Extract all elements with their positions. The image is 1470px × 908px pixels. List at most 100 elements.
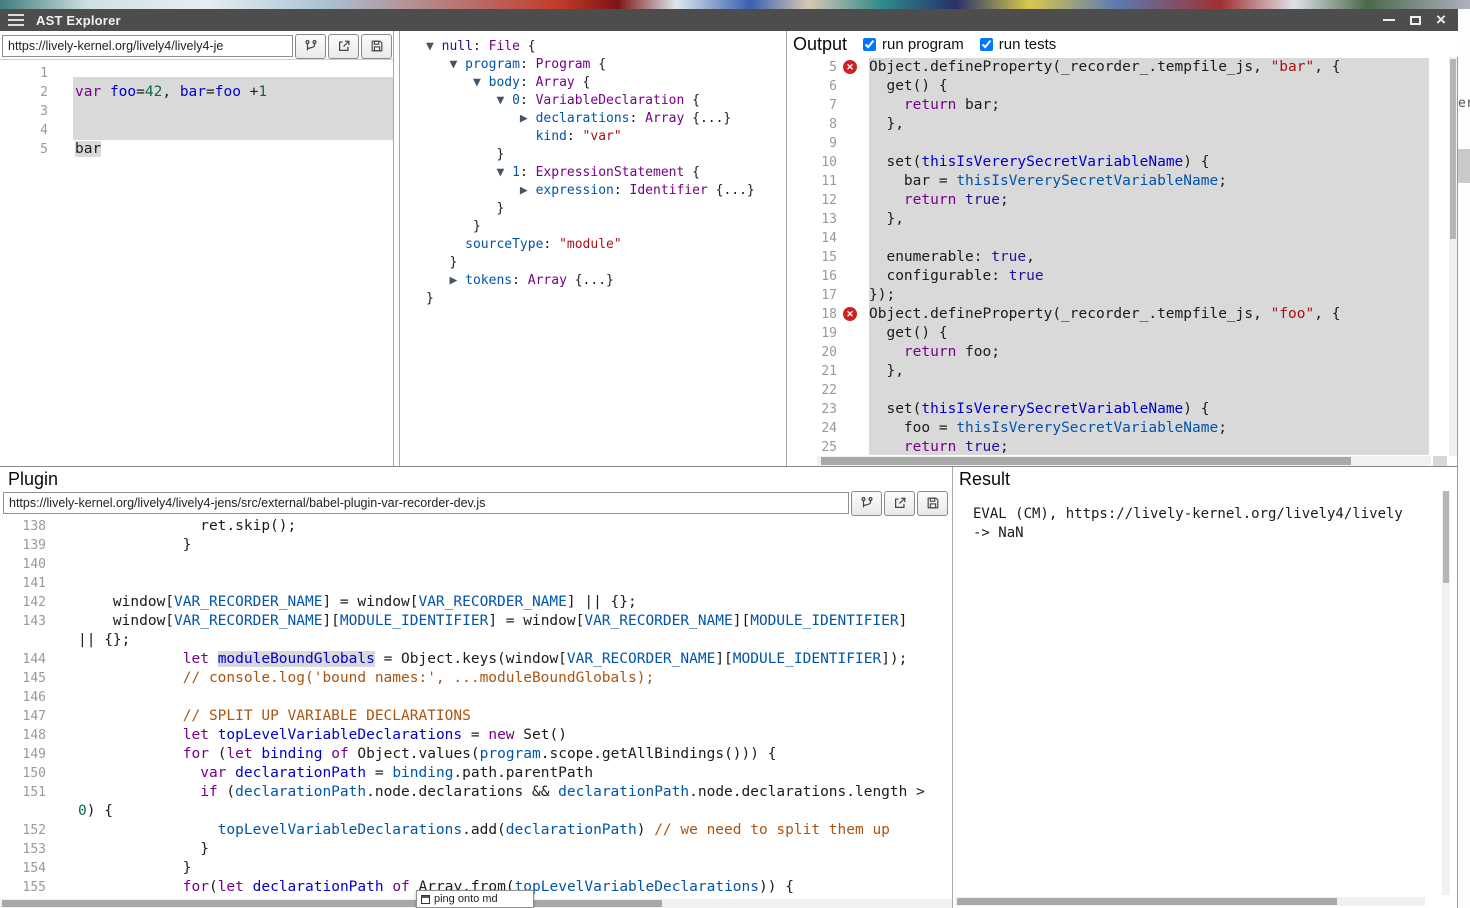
save-button[interactable] (361, 34, 392, 59)
code-line[interactable]: 5✕Object.defineProperty(_recorder_.tempf… (787, 58, 1458, 77)
minimize-icon (1383, 19, 1395, 21)
output-editor[interactable]: 5✕Object.defineProperty(_recorder_.tempf… (787, 57, 1458, 456)
code-line[interactable]: 145 // console.log('bound names:', ...mo… (0, 669, 952, 688)
scrollbar-thumb[interactable] (2, 900, 662, 907)
menu-icon[interactable] (8, 14, 24, 26)
code-line[interactable]: 143 window[VAR_RECORDER_NAME][MODULE_IDE… (0, 612, 952, 650)
code-line[interactable]: 7 return bar; (787, 96, 1458, 115)
code-line[interactable]: ▶ expression: Identifier {...} (426, 182, 785, 200)
code-line[interactable]: 153 } (0, 840, 952, 859)
code-line[interactable]: 4 (0, 121, 393, 140)
code-line[interactable]: 148 let topLevelVariableDeclarations = n… (0, 726, 952, 745)
ast-tree-pane[interactable]: ▼ null: File { ▼ program: Program { ▼ bo… (399, 31, 785, 466)
titlebar[interactable]: AST Explorer × (0, 9, 1458, 31)
code-line[interactable]: 154 } (0, 859, 952, 878)
run-program-checkbox-input[interactable] (863, 38, 876, 51)
code-line[interactable]: 3 (0, 102, 393, 121)
code-line[interactable]: 5bar (0, 140, 393, 159)
result-log[interactable]: EVAL (CM), https://lively-kernel.org/liv… (953, 505, 1440, 894)
code-line[interactable]: } (426, 218, 785, 236)
code-text: set(thisIsVererySecretVariableName) { (869, 400, 1210, 419)
code-line[interactable]: 140 (0, 555, 952, 574)
code-line[interactable]: 138 ret.skip(); (0, 517, 952, 536)
code-line[interactable]: 12 return true; (787, 191, 1458, 210)
code-line[interactable]: 2var foo=42, bar=foo +1 (0, 83, 393, 102)
code-text: bar (75, 140, 101, 159)
code-line[interactable]: 23 set(thisIsVererySecretVariableName) { (787, 400, 1458, 419)
code-line[interactable]: 21 }, (787, 362, 1458, 381)
code-line[interactable]: 24 foo = thisIsVererySecretVariableName; (787, 419, 1458, 438)
run-tests-checkbox[interactable]: run tests (980, 36, 1057, 53)
code-line[interactable]: 8 }, (787, 115, 1458, 134)
code-line[interactable]: ▼ null: File { (426, 38, 785, 56)
plugin-editor[interactable]: 138 ret.skip();139 }140141142 window[VAR… (0, 517, 952, 908)
code-line[interactable]: 19 get() { (787, 324, 1458, 343)
code-line[interactable]: 10 set(thisIsVererySecretVariableName) { (787, 153, 1458, 172)
drag-hint-popup[interactable]: ping onto md (416, 890, 534, 908)
code-line[interactable]: ▶ declarations: Array {...} (426, 110, 785, 128)
code-line[interactable]: 141 (0, 574, 952, 593)
result-vertical-scrollbar[interactable] (1442, 491, 1450, 895)
version-history-button[interactable] (295, 34, 326, 59)
code-line[interactable]: 149 for (let binding of Object.values(pr… (0, 745, 952, 764)
line-number: 146 (0, 688, 46, 707)
code-line[interactable]: 147 // SPLIT UP VARIABLE DECLARATIONS (0, 707, 952, 726)
code-line[interactable]: 151 if (declarationPath.node.declaration… (0, 783, 952, 821)
code-line[interactable]: ▼ 0: VariableDeclaration { (426, 92, 785, 110)
run-program-checkbox[interactable]: run program (863, 36, 964, 53)
source-url-input[interactable] (2, 35, 293, 57)
version-history-button[interactable] (851, 491, 882, 516)
code-line[interactable]: 1 (0, 64, 393, 83)
code-line[interactable]: 11 bar = thisIsVererySecretVariableName; (787, 172, 1458, 191)
code-line[interactable]: ▼ 1: ExpressionStatement { (426, 164, 785, 182)
output-title: Output (793, 34, 847, 55)
output-horizontal-scrollbar[interactable] (817, 456, 1431, 466)
plugin-url-input[interactable] (3, 492, 849, 514)
code-line[interactable]: 152 topLevelVariableDeclarations.add(dec… (0, 821, 952, 840)
run-tests-checkbox-input[interactable] (980, 38, 993, 51)
code-line[interactable]: 20 return foo; (787, 343, 1458, 362)
save-button[interactable] (917, 491, 948, 516)
code-line[interactable]: } (426, 200, 785, 218)
code-line[interactable]: 6 get() { (787, 77, 1458, 96)
code-line[interactable]: ▼ program: Program { (426, 56, 785, 74)
code-line[interactable]: kind: "var" (426, 128, 785, 146)
open-external-button[interactable] (328, 34, 359, 59)
code-line[interactable]: 18✕Object.defineProperty(_recorder_.temp… (787, 305, 1458, 324)
code-line[interactable]: } (426, 290, 785, 308)
code-line[interactable]: 16 configurable: true (787, 267, 1458, 286)
code-text: } (426, 200, 504, 218)
maximize-button[interactable] (1402, 9, 1428, 31)
code-line[interactable]: -> NaN (973, 524, 1440, 543)
desktop-wallpaper-strip (0, 0, 1470, 9)
code-line[interactable]: 139 } (0, 536, 952, 555)
scrollbar-thumb[interactable] (1443, 491, 1449, 583)
code-line[interactable]: 146 (0, 688, 952, 707)
error-marker-icon[interactable]: ✕ (843, 60, 857, 74)
scrollbar-thumb[interactable] (821, 457, 1351, 465)
open-external-button[interactable] (884, 491, 915, 516)
code-line[interactable]: ▼ body: Array { (426, 74, 785, 92)
minimize-button[interactable] (1376, 9, 1402, 31)
code-line[interactable]: 25 return true; (787, 438, 1458, 456)
close-button[interactable]: × (1428, 9, 1454, 31)
source-editor[interactable]: 12var foo=42, bar=foo +1345bar (0, 59, 393, 466)
code-line[interactable]: 150 var declarationPath = binding.path.p… (0, 764, 952, 783)
code-line[interactable]: 22 (787, 381, 1458, 400)
code-line[interactable]: sourceType: "module" (426, 236, 785, 254)
code-line[interactable]: } (426, 146, 785, 164)
code-line[interactable]: 144 let moduleBoundGlobals = Object.keys… (0, 650, 952, 669)
code-line[interactable]: 17}); (787, 286, 1458, 305)
code-line[interactable]: 15 enumerable: true, (787, 248, 1458, 267)
code-line[interactable]: } (426, 254, 785, 272)
code-line[interactable]: EVAL (CM), https://lively-kernel.org/liv… (973, 505, 1440, 524)
code-line[interactable]: 9 (787, 134, 1458, 153)
error-marker-icon[interactable]: ✕ (843, 307, 857, 321)
code-line[interactable]: ▶ tokens: Array {...} (426, 272, 785, 290)
result-horizontal-scrollbar[interactable] (955, 897, 1425, 906)
line-number: 142 (0, 593, 46, 612)
code-line[interactable]: 142 window[VAR_RECORDER_NAME] = window[V… (0, 593, 952, 612)
scrollbar-thumb[interactable] (957, 898, 1337, 905)
code-line[interactable]: 14 (787, 229, 1458, 248)
code-line[interactable]: 13 }, (787, 210, 1458, 229)
